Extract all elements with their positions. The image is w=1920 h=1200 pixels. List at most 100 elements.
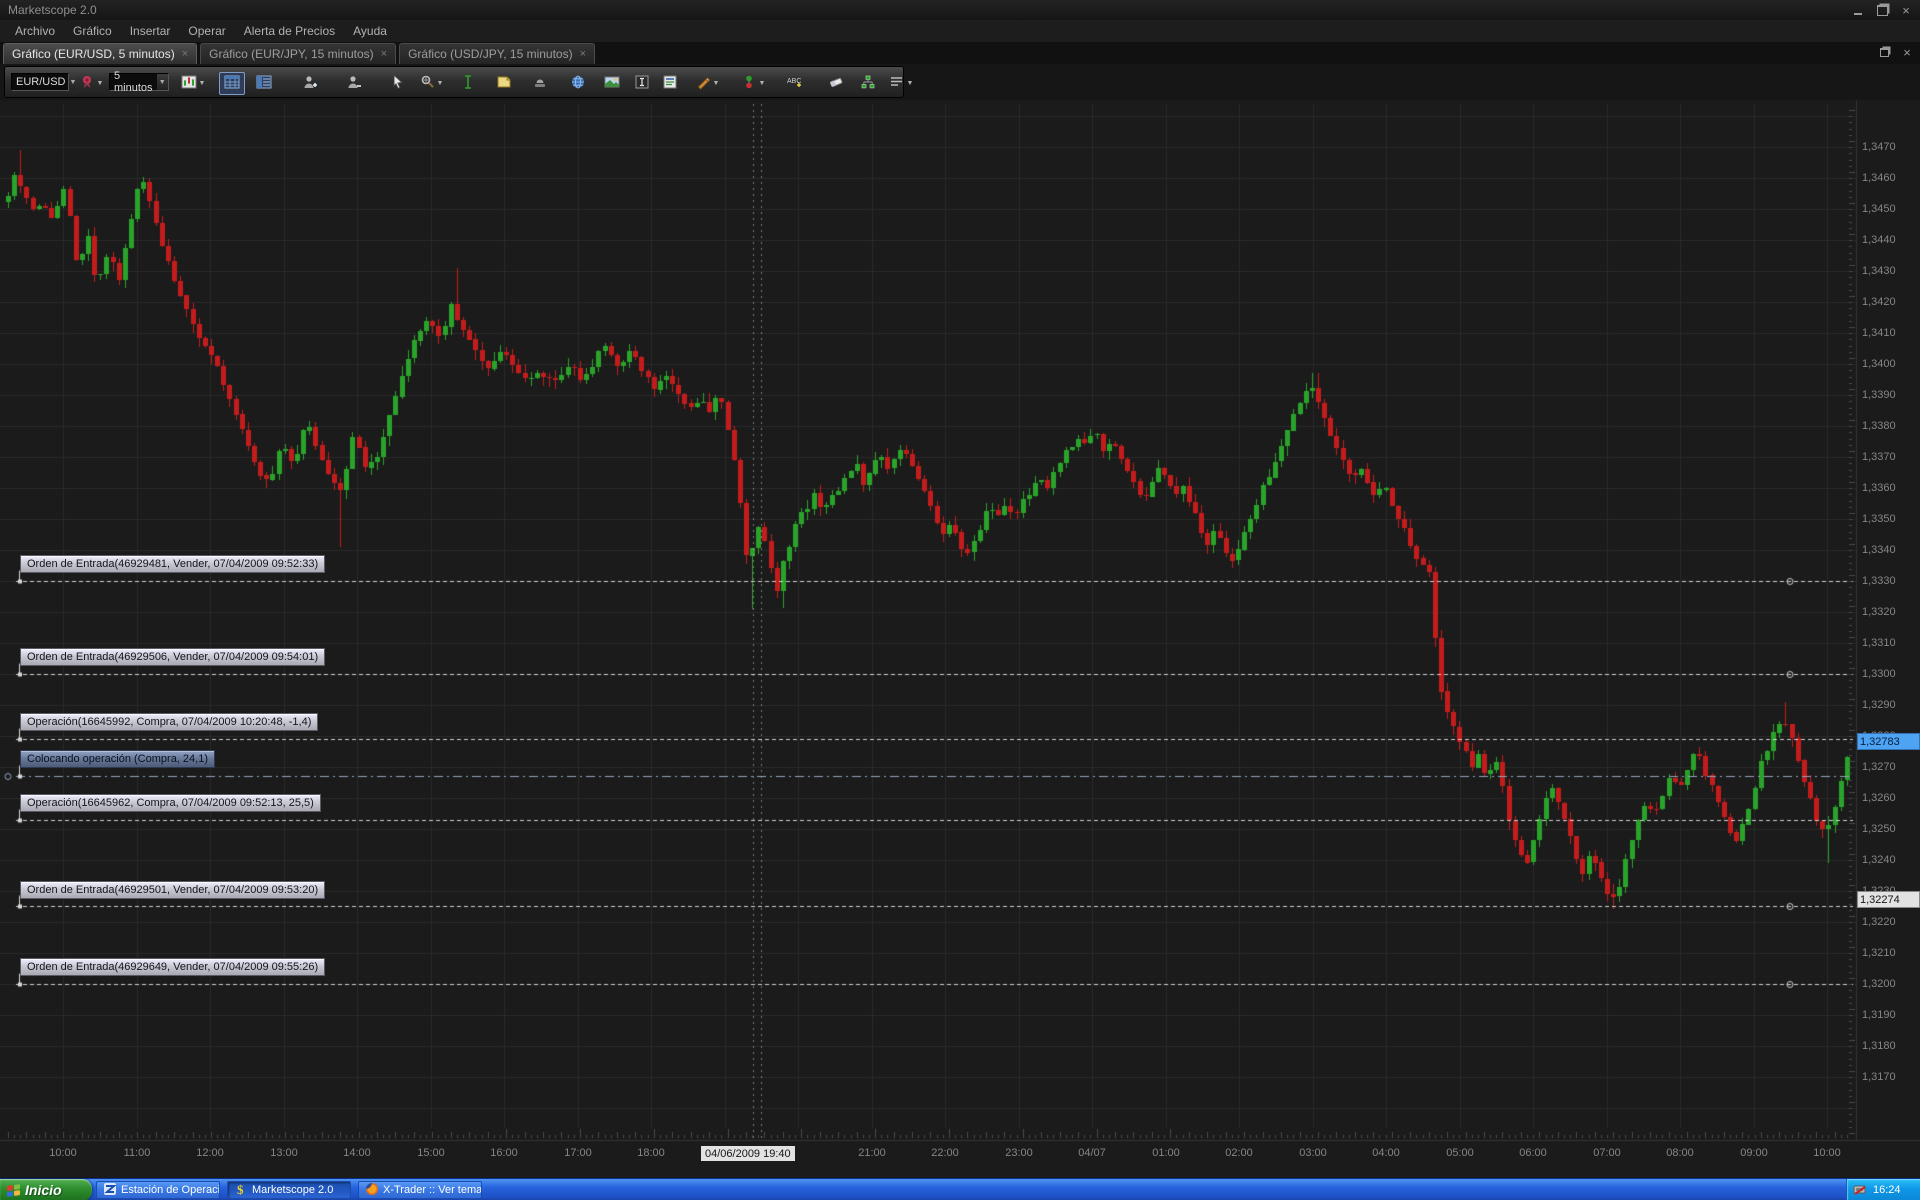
cursor-button[interactable] [385, 72, 411, 95]
price-tick-label: 1,3170 [1862, 1071, 1896, 1083]
mdi-close-button[interactable]: × [1899, 46, 1915, 58]
menu-item-operar[interactable]: Operar [179, 22, 234, 40]
window-title: Marketscope 2.0 [8, 3, 97, 17]
order-line-label[interactable]: Orden de Entrada(46929501, Vender, 07/04… [20, 881, 325, 899]
price-tick-label: 1,3310 [1862, 637, 1896, 649]
time-tick-label: 02:00 [1225, 1147, 1253, 1159]
order-line-label[interactable]: Orden de Entrada(46929506, Vender, 07/04… [20, 648, 325, 666]
eraser-button[interactable] [823, 72, 849, 95]
close-button[interactable]: × [1898, 3, 1914, 17]
chevron-down-icon[interactable]: ▼ [437, 80, 444, 87]
menu-item-gr-fico[interactable]: Gráfico [64, 22, 121, 40]
chart-type-button[interactable]: ▼ [175, 72, 211, 95]
tab-label: Gráfico (EUR/JPY, 15 minutos) [209, 47, 374, 61]
favorites-seal-button[interactable]: ▼ [73, 72, 109, 95]
minimize-button[interactable] [1850, 3, 1866, 17]
grid-view-button[interactable] [219, 72, 245, 95]
price-tick-label: 1,3430 [1862, 265, 1896, 277]
time-tick-label: 15:00 [417, 1147, 445, 1159]
station-icon [103, 1182, 117, 1199]
image-button[interactable] [599, 72, 625, 95]
marker-button[interactable]: ▼ [735, 72, 771, 95]
menu-item-insertar[interactable]: Insertar [121, 22, 180, 40]
vertical-line-button[interactable] [455, 72, 481, 95]
orgchart-button[interactable] [855, 72, 881, 95]
tab-chart-2[interactable]: Gráfico (USD/JPY, 15 minutos)× [399, 43, 595, 64]
textbox-button[interactable] [629, 72, 655, 95]
marketscope-window: Marketscope 2.0 × ArchivoGráficoInsertar… [0, 0, 1920, 1200]
label-button[interactable]: ABC [781, 72, 807, 95]
price-tick-label: 1,3320 [1862, 606, 1896, 618]
chevron-down-icon[interactable]: ▼ [97, 80, 104, 87]
time-tick-label: 11:00 [124, 1147, 151, 1159]
period-combobox[interactable]: 5 minutos ▼ [109, 73, 169, 91]
chevron-down-icon[interactable]: ▼ [759, 80, 766, 87]
zoom-in-icon [302, 74, 318, 93]
price-tick-label: 1,3390 [1862, 389, 1896, 401]
current-price-badge: 1,32783 [1857, 733, 1920, 750]
taskbar-item-1[interactable]: $Marketscope 2.0 [227, 1181, 351, 1199]
globe-button[interactable] [565, 72, 591, 95]
mdi-restore-button[interactable] [1876, 46, 1892, 58]
zoom-out-button[interactable] [341, 72, 367, 95]
price-tick-label: 1,3260 [1862, 792, 1896, 804]
chevron-down-icon[interactable]: ▼ [907, 80, 914, 87]
time-tick-label: 08:00 [1666, 1147, 1694, 1159]
zoom-in-button[interactable] [297, 72, 323, 95]
report-icon [662, 74, 678, 93]
chevron-down-icon[interactable]: ▼ [713, 80, 720, 87]
line-style-button[interactable]: ▼ [883, 72, 919, 95]
tab-close-icon[interactable]: × [182, 48, 188, 60]
eraser-icon [828, 74, 844, 93]
price-tick-label: 1,3200 [1862, 978, 1896, 990]
start-button[interactable]: Inicio [0, 1179, 92, 1200]
price-tick-label: 1,3330 [1862, 575, 1896, 587]
report-button[interactable] [657, 72, 683, 95]
price-tick-label: 1,3190 [1862, 1009, 1896, 1021]
tray-network-icon[interactable] [1853, 1184, 1869, 1196]
price-tick-label: 1,3350 [1862, 513, 1896, 525]
chevron-down-icon[interactable]: ▼ [157, 74, 168, 90]
price-tick-label: 1,3250 [1862, 823, 1896, 835]
tray-clock: 16:24 [1873, 1184, 1901, 1196]
mdi-controls: × [1876, 46, 1915, 58]
order-line-label[interactable]: Orden de Entrada(46929649, Vender, 07/04… [20, 958, 325, 976]
time-tick-label: 04:00 [1372, 1147, 1400, 1159]
time-tick-label: 23:00 [1005, 1147, 1033, 1159]
price-tick-label: 1,3370 [1862, 451, 1896, 463]
zoom-out-icon [346, 74, 362, 93]
tab-chart-0[interactable]: Gráfico (EUR/USD, 5 minutos)× [3, 43, 197, 64]
tab-close-icon[interactable]: × [381, 48, 387, 60]
time-tick-label: 12:00 [196, 1147, 224, 1159]
note-button[interactable] [491, 72, 517, 95]
order-line-label[interactable]: Orden de Entrada(46929481, Vender, 07/04… [20, 555, 325, 573]
note-icon [496, 74, 512, 93]
maximize-button[interactable] [1874, 3, 1890, 17]
chevron-down-icon[interactable]: ▼ [199, 80, 206, 87]
taskbar-item-0[interactable]: Estación de Operacio... [96, 1181, 220, 1199]
cursor-icon [390, 74, 406, 93]
price-tick-label: 1,3240 [1862, 854, 1896, 866]
symbol-combobox[interactable]: EUR/USD ▼ [11, 73, 69, 91]
menu-item-ayuda[interactable]: Ayuda [344, 22, 396, 40]
crosshair-button[interactable]: ▼ [413, 72, 449, 95]
order-line-label[interactable]: Colocando operación (Compra, 24,1) [20, 750, 215, 768]
stamp-button[interactable] [527, 72, 553, 95]
order-line-label[interactable]: Operación(16645992, Compra, 07/04/2009 1… [20, 713, 318, 731]
pencil-button[interactable]: ▼ [689, 72, 725, 95]
selected-time-value: 04/06/2009 19:40 [705, 1148, 791, 1160]
taskbar-item-2[interactable]: X-Trader :: Ver tema ... [358, 1181, 482, 1199]
price-tick-label: 1,3290 [1862, 699, 1896, 711]
quote-panel-button[interactable] [251, 72, 277, 95]
tab-chart-1[interactable]: Gráfico (EUR/JPY, 15 minutos) × [200, 43, 396, 64]
time-tick-label: 22:00 [931, 1147, 959, 1159]
candlestick-chart[interactable] [0, 0, 1920, 1200]
chart-type-icon [181, 74, 197, 93]
menu-item-archivo[interactable]: Archivo [6, 22, 64, 40]
orgchart-icon [860, 74, 876, 93]
title-bar: Marketscope 2.0 × [0, 0, 1920, 20]
dollar-icon: $ [234, 1182, 248, 1199]
menu-item-alerta-de-precios[interactable]: Alerta de Precios [235, 22, 344, 40]
tab-close-icon[interactable]: × [580, 48, 586, 60]
order-line-label[interactable]: Operación(16645962, Compra, 07/04/2009 0… [20, 794, 321, 812]
